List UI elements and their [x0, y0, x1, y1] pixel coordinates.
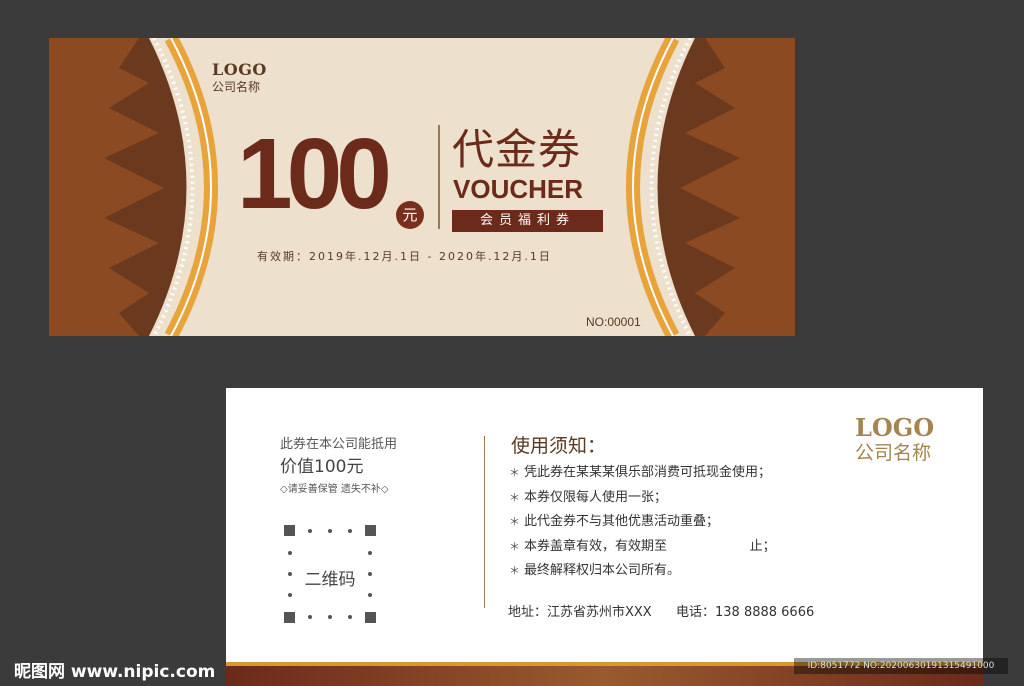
front-company-name: 公司名称 — [212, 80, 261, 94]
notice-title: 使用须知： — [511, 435, 607, 457]
back-company-name: 公司名称 — [855, 442, 932, 464]
front-logo-text: LOGO — [212, 60, 267, 79]
list-item: ＊本券盖章有效，有效期至 止； — [509, 538, 776, 554]
image-id-watermark: ID:8051772 NO:20200630191315491000 — [794, 658, 1008, 674]
notice-list: ＊凭此券在某某某俱乐部消费可抵现金使用； ＊本券仅限每人使用一张； ＊此代金券不… — [509, 461, 776, 584]
list-item: ＊此代金券不与其他优惠活动重叠； — [509, 514, 720, 529]
site-watermark: 昵图网 www.nipic.com — [14, 662, 216, 682]
currency-badge: 元 — [396, 201, 424, 229]
voucher-title-en: VOUCHER — [453, 174, 584, 204]
back-logo-text: LOGO — [855, 413, 935, 442]
qr-code-placeholder: 二维码 — [284, 525, 376, 623]
keep-safe-note: ◇请妥善保管 遗失不补◇ — [280, 484, 389, 495]
phone-text: 电话：138 8888 6666 — [676, 605, 815, 620]
bullet-icon: ＊ — [509, 515, 520, 528]
back-logo-block: LOGO 公司名称 — [855, 413, 935, 465]
serial-number: NO:00001 — [586, 315, 641, 329]
voucher-title-cn: 代金券 — [452, 125, 582, 174]
list-item: ＊凭此券在某某某俱乐部消费可抵现金使用； — [509, 465, 772, 480]
qr-code-label: 二维码 — [304, 570, 356, 590]
front-divider — [438, 125, 440, 229]
back-divider — [484, 436, 485, 608]
list-item: ＊本券仅限每人使用一张； — [509, 489, 668, 505]
voucher-front: LOGO 公司名称 100 元 代金券 VOUCHER 会员福利券 有效期：20… — [49, 38, 795, 336]
decorative-arch-right — [626, 38, 795, 336]
front-logo-block: LOGO 公司名称 — [212, 60, 267, 95]
redeem-value: 价值100元 — [280, 457, 364, 477]
list-item: ＊最终解释权归本公司所有。 — [509, 563, 681, 578]
bullet-icon: ＊ — [509, 539, 520, 553]
voucher-back: 此券在本公司能抵用 价值100元 ◇请妥善保管 遗失不补◇ 二维码 使用须知： … — [226, 388, 983, 686]
address-text: 地址：江苏省苏州市XXX — [508, 605, 652, 620]
bullet-icon: ＊ — [509, 490, 520, 504]
member-benefit-tag: 会员福利券 — [452, 210, 603, 232]
voucher-amount: 100 — [237, 118, 392, 230]
bullet-icon: ＊ — [509, 466, 520, 479]
bullet-icon: ＊ — [509, 564, 520, 577]
validity-period: 有效期：2019年.12月.1日 - 2020年.12月.1日 — [257, 250, 552, 263]
redeem-text: 此券在本公司能抵用 — [280, 437, 398, 452]
